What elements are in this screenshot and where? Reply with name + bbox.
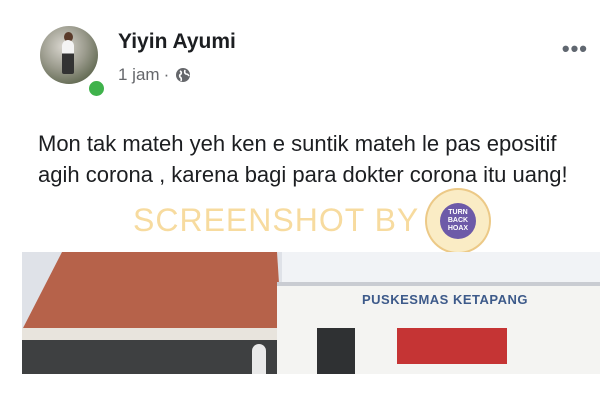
- badge-center: TURN BACK HOAX: [440, 203, 476, 239]
- photo-wall: [22, 340, 282, 374]
- online-status-indicator: [86, 78, 107, 99]
- watermark-text: SCREENSHOT BY: [133, 202, 420, 238]
- photo-door: [317, 328, 355, 374]
- author-name[interactable]: Yiyin Ayumi: [118, 30, 236, 54]
- meta-separator: ·: [163, 65, 170, 84]
- post-photo[interactable]: PUSKESMAS KETAPANG: [22, 252, 600, 374]
- post-meta: 1 jam ·: [118, 65, 191, 85]
- post-text: Mon tak mateh yeh ken e suntik mateh le …: [38, 131, 568, 187]
- turnbackhoax-badge-icon: TURN BACK HOAX: [425, 188, 491, 254]
- avatar[interactable]: [40, 26, 98, 84]
- photo-roof: [22, 252, 282, 330]
- more-options-icon[interactable]: •••: [562, 36, 588, 62]
- avatar-person: [62, 40, 74, 74]
- facebook-post: Yiyin Ayumi 1 jam · ••• Mon tak mateh ye…: [22, 22, 600, 374]
- photo-banner: [397, 328, 507, 364]
- globe-icon[interactable]: [175, 67, 191, 83]
- post-time[interactable]: 1 jam: [118, 65, 160, 85]
- photo-roof-edge: [22, 328, 282, 340]
- photo-sky: [282, 252, 600, 282]
- photo-sign: PUSKESMAS KETAPANG: [362, 292, 528, 307]
- photo-lamp: [252, 344, 266, 374]
